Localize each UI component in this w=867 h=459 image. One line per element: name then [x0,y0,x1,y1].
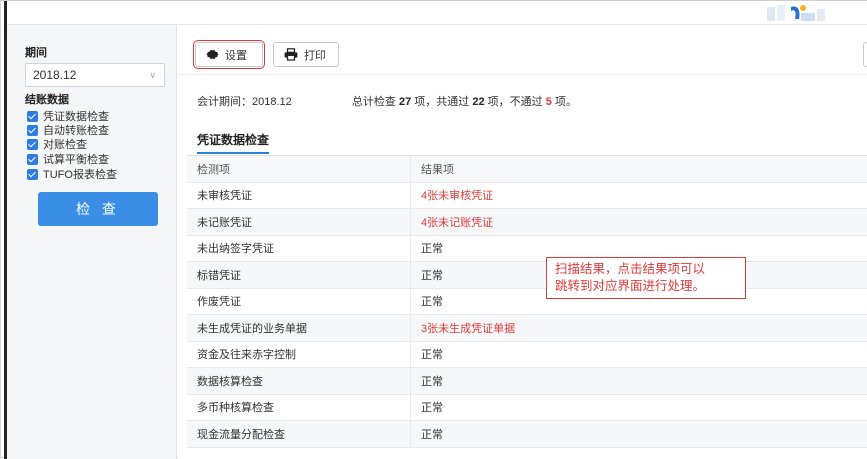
period-text: 会计期间：2018.12 [197,96,292,108]
period-select[interactable]: 2018.12 ∨ [25,63,165,87]
brand-logo-icon [767,5,825,21]
settings-button[interactable]: 设置 [193,40,265,69]
total-suffix: 项，共通过 [414,96,470,108]
check-item: 现金流量分配检查 [187,421,411,447]
check-option-auto-transfer[interactable]: 自动转账检查 [27,123,109,137]
check-option-trial-balance[interactable]: 试算平衡检查 [27,152,109,166]
table-row[interactable]: 未审核凭证 4张未审核凭证 [187,182,867,209]
check-item: 资金及往来赤字控制 [187,341,411,367]
check-option-label: TUFO报表检查 [43,169,117,181]
check-option-reconcile[interactable]: 对账检查 [27,137,87,151]
section-title: 凭证数据检查 [197,131,270,154]
top-strip [7,1,867,25]
result-link[interactable]: 4张未记账凭证 [411,209,867,235]
table-row[interactable]: 未出纳签字凭证 正常 [187,235,867,262]
checkbox-checked-icon[interactable] [27,153,38,165]
sidebar: 期间 2018.12 ∨ 结账数据 凭证数据检查 自动转账检查 对账检查 试算平… [7,25,177,459]
check-item: 多币种核算检查 [187,394,411,420]
checkbox-checked-icon[interactable] [27,110,38,122]
check-item: 标错凭证 [187,262,411,288]
run-check-button[interactable]: 检 查 [38,192,158,226]
passed-suffix: 项，不通过 [487,96,543,108]
check-item: 未出纳签字凭证 [187,235,411,261]
callout-line-2: 跳转到对应界面进行处理。 [555,279,706,293]
table-row[interactable]: 作废凭证 正常 [187,288,867,315]
table-row[interactable]: 未记账凭证 4张未记账凭证 [187,209,867,236]
app-window: 期间 2018.12 ∨ 结账数据 凭证数据检查 自动转账检查 对账检查 试算平… [0,0,867,459]
passed-count: 22 [472,96,485,108]
check-option-voucher[interactable]: 凭证数据检查 [27,109,109,123]
result-link[interactable]: 3张未生成凭证单据 [411,315,867,341]
result-link[interactable]: 4张未审核凭证 [411,183,867,209]
table-row[interactable]: 未生成凭证的业务单据 3张未生成凭证单据 [187,315,867,342]
table-row[interactable]: 资金及往来赤字控制 正常 [187,341,867,368]
callout-line-1: 扫描结果，点击结果项可以 [555,262,706,276]
printer-icon [284,48,298,61]
check-option-label: 试算平衡检查 [43,154,109,166]
settings-label: 设置 [225,49,247,62]
gear-icon [206,48,219,61]
check-option-label: 对账检查 [43,139,87,151]
checkbox-checked-icon[interactable] [27,138,38,150]
result-value[interactable]: 正常 [411,368,867,394]
check-item: 作废凭证 [187,288,411,314]
column-header-result: 结果项 [421,163,454,176]
table-row[interactable]: 标错凭证 正常 [187,262,867,289]
check-item: 未审核凭证 [187,182,411,208]
check-option-tufo-report[interactable]: TUFO报表检查 [27,167,117,181]
check-item: 数据核算检查 [187,368,411,394]
toolbar-overflow-button[interactable] [863,42,867,67]
chevron-down-icon: ∨ [149,70,156,80]
checkbox-checked-icon[interactable] [27,168,38,180]
print-button[interactable]: 打印 [273,42,339,67]
result-value[interactable]: 正常 [411,342,867,368]
check-item: 未记账凭证 [187,209,411,235]
table-row[interactable]: 现金流量分配检查 正常 [187,421,867,448]
result-value[interactable]: 正常 [411,421,867,447]
period-value: 2018.12 [33,68,77,82]
closing-data-label: 结账数据 [25,94,69,106]
table-header-row: 检测项 结果项 [187,156,867,183]
table-row[interactable]: 数据核算检查 正常 [187,368,867,395]
checkbox-checked-icon[interactable] [27,124,38,136]
total-count: 27 [398,96,412,108]
check-item: 未生成凭证的业务单据 [187,315,411,341]
main-panel: 设置 打印 会计期间：2018.12 总计检查 27 项，共通过 22 项，不通… [178,25,867,459]
table-row[interactable]: 多币种核算检查 正常 [187,394,867,421]
period-label: 期间 [25,47,47,59]
failed-suffix: 项。 [554,96,577,108]
annotation-callout: 扫描结果，点击结果项可以 跳转到对应界面进行处理。 [546,257,746,299]
column-header-item: 检测项 [187,156,411,182]
check-summary: 会计期间：2018.12 总计检查 27 项，共通过 22 项，不通过 5 项。 [197,93,577,109]
result-value[interactable]: 正常 [411,395,867,421]
total-prefix: 总计检查 [351,96,396,108]
failed-count: 5 [545,96,552,108]
toolbar: 设置 打印 [178,25,867,75]
print-label: 打印 [304,49,326,62]
results-table: 检测项 结果项 未审核凭证 4张未审核凭证 未记账凭证 4张未记账凭证 未出纳签… [187,155,867,448]
